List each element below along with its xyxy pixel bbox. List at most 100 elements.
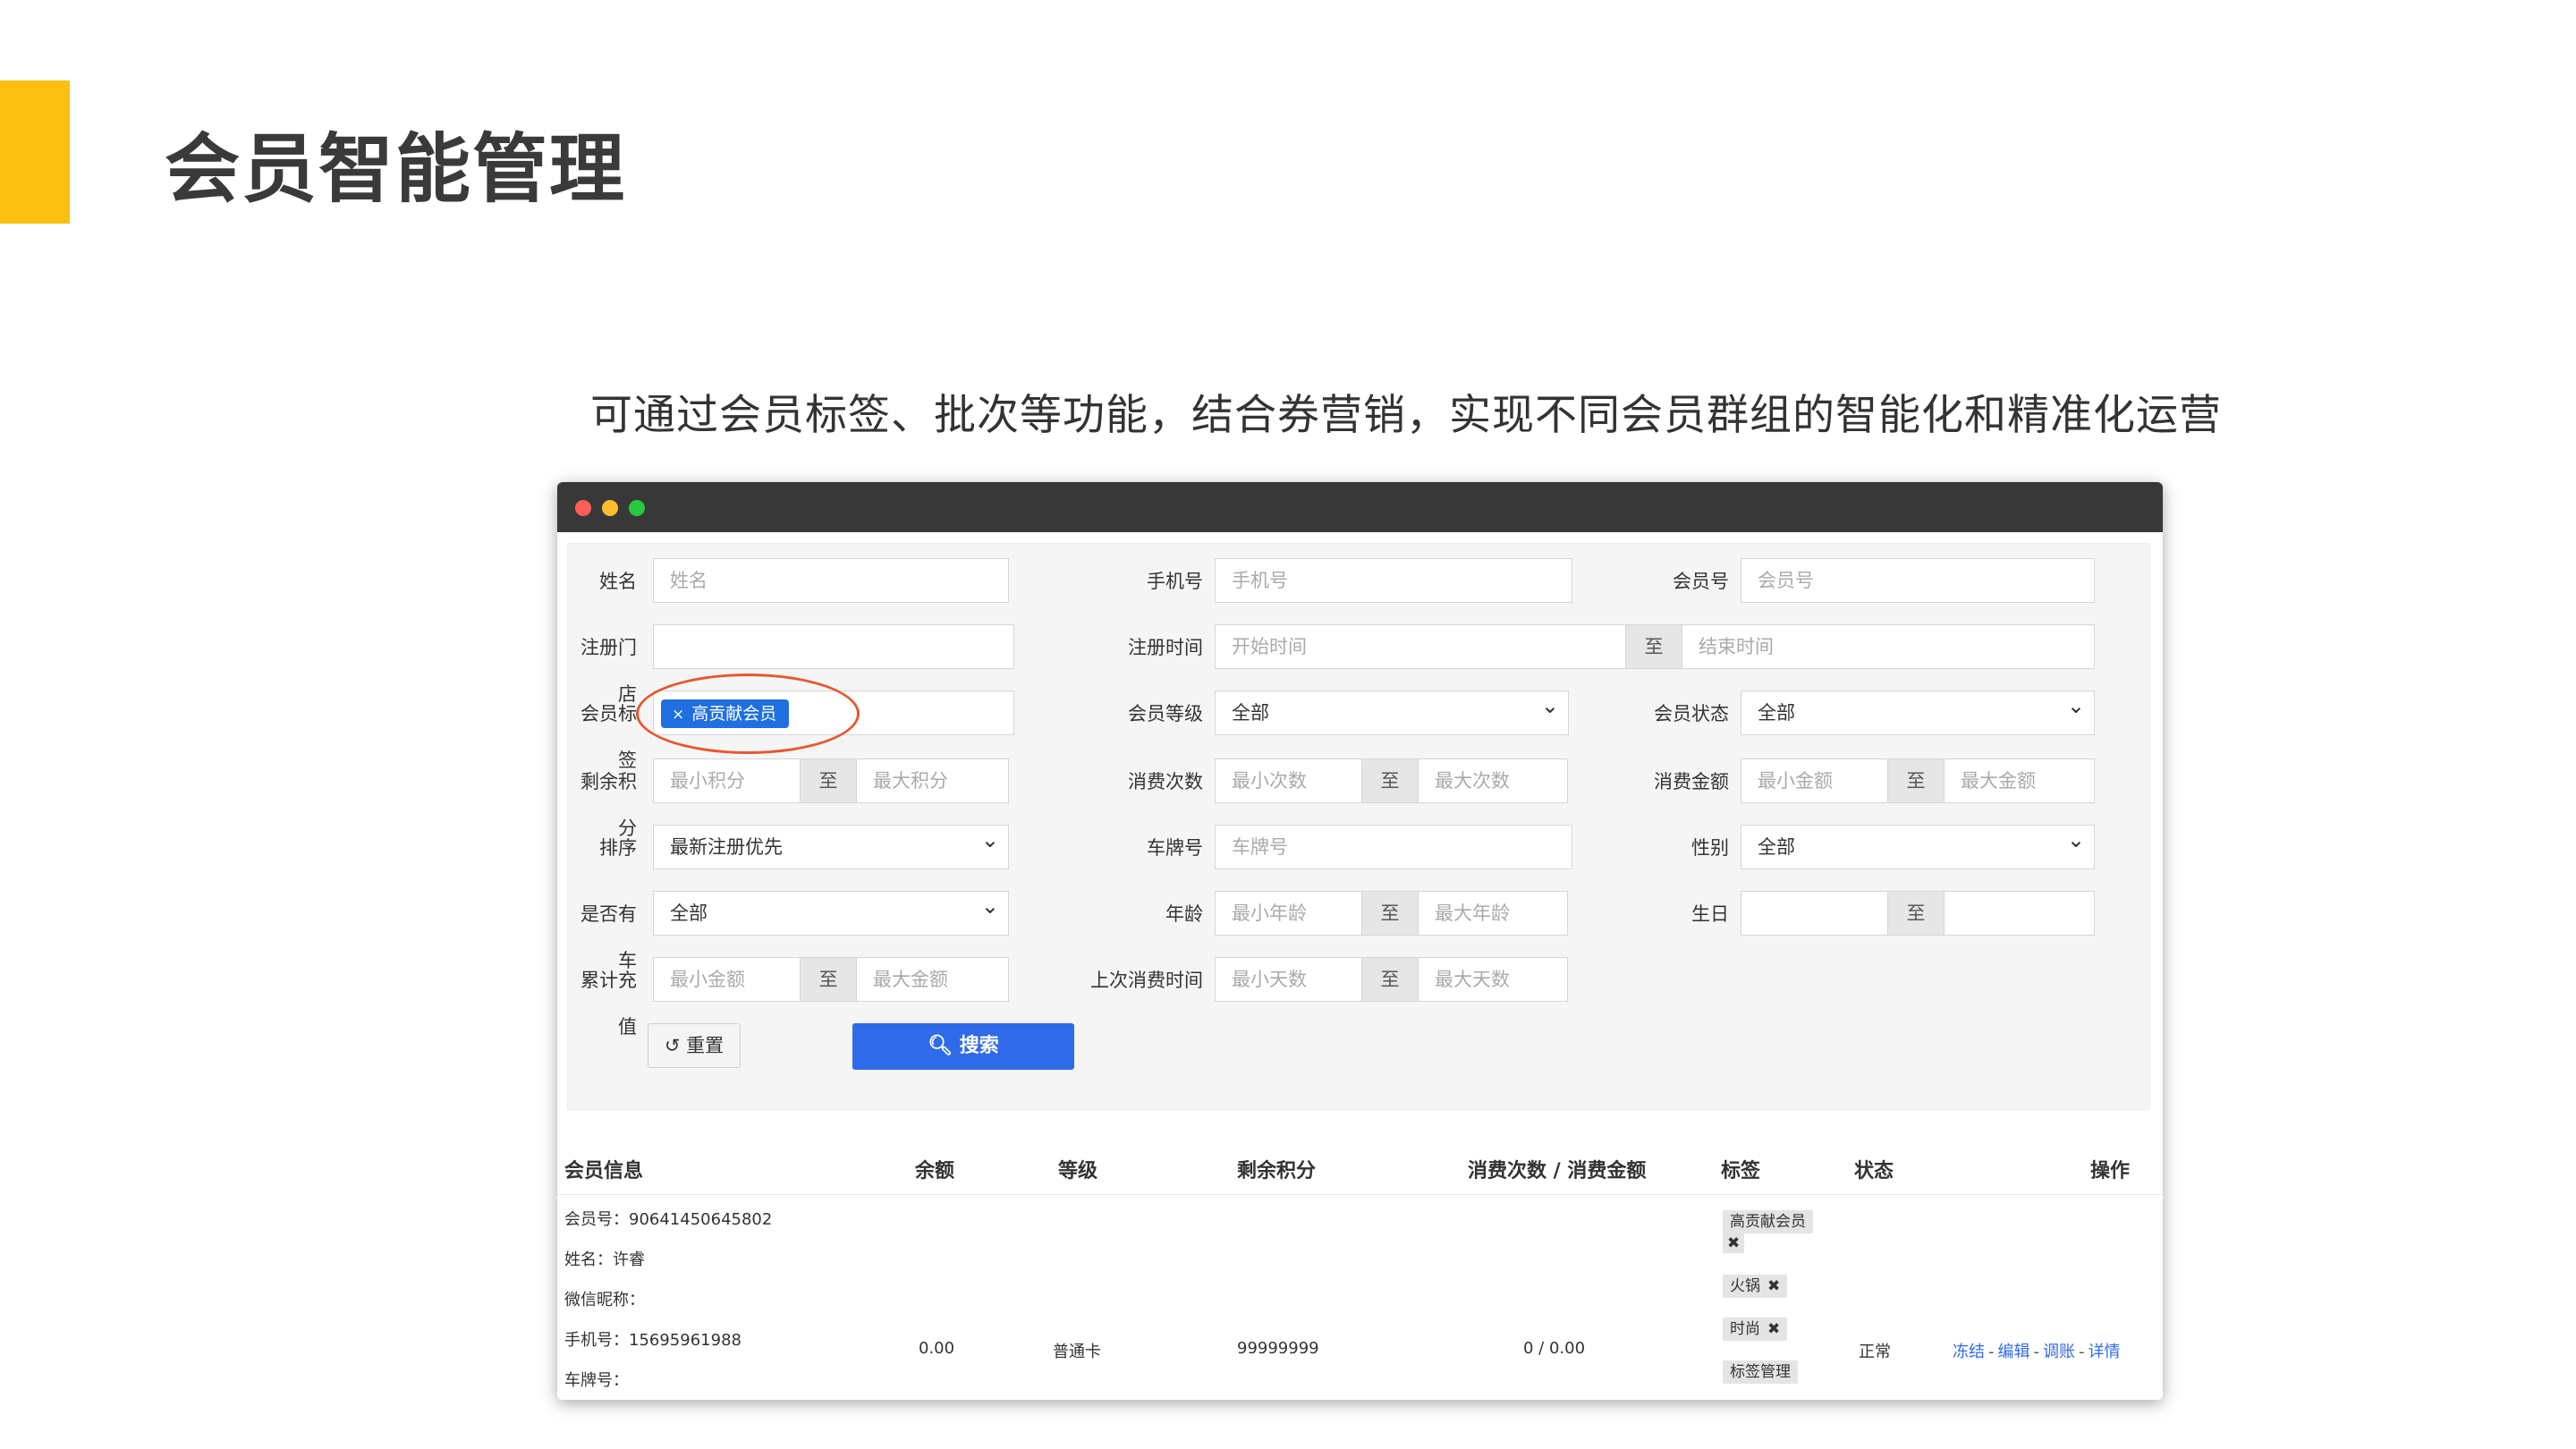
consume-amount-min-input[interactable]: 最小金额	[1741, 758, 1888, 803]
reg-time-end-input[interactable]: 结束时间	[1682, 624, 2095, 669]
points-min-input[interactable]: 最小积分	[653, 758, 801, 803]
tag-manage-button[interactable]: 标签管理	[1723, 1360, 1798, 1384]
has-car-label: 是否有车	[580, 903, 637, 971]
recharge-label: 累计充值	[580, 970, 637, 1038]
slide-subtitle: 可通过会员标签、批次等功能，结合券营销，实现不同会员群组的智能化和精准化运营	[590, 391, 2222, 440]
member-tag-label: 会员标签	[580, 703, 637, 771]
tag-item: 时尚 ✖	[1723, 1318, 1788, 1341]
phone-input[interactable]: 手机号	[1215, 558, 1572, 603]
phone-label: 手机号	[1147, 571, 1203, 592]
edit-link[interactable]: 编辑	[1998, 1343, 2030, 1361]
filter-row: 剩余积分 最小积分 至 最大积分 消费次数 最小次数 至 最大次数 消费金额 最…	[568, 758, 2149, 839]
filter-row: 会员标签 ×高贡献会员 会员等级 全部 会员状态 全部	[568, 674, 2149, 771]
consume-value: 0 / 0.00	[1523, 1339, 1586, 1358]
reset-icon: ↺	[664, 1035, 681, 1056]
col-member-info: 会员信息	[564, 1160, 644, 1182]
points-sep: 至	[801, 758, 856, 803]
birthday-end-input[interactable]	[1944, 891, 2095, 936]
filter-panel: 姓名 姓名 手机号 手机号 会员号 会员号 注册门店 注册时间 开始时间 至 结…	[567, 543, 2150, 1110]
maximize-window-icon[interactable]	[629, 500, 645, 516]
table-header: 会员信息 余额 等级 剩余积分 消费次数 / 消费金额 标签 状态 操作	[557, 1149, 2163, 1195]
age-sep: 至	[1362, 891, 1418, 936]
member-no-value: 会员号：90641450645802	[564, 1210, 773, 1229]
name-input[interactable]: 姓名	[653, 558, 1009, 603]
remove-tag-icon[interactable]: ✖	[1767, 1277, 1780, 1295]
detail-link[interactable]: 详情	[2089, 1343, 2121, 1361]
reset-label: 重置	[686, 1035, 724, 1056]
highlight-circle	[636, 674, 860, 754]
close-window-icon[interactable]	[575, 500, 591, 516]
filter-row: 是否有车 全部 年龄 最小年龄 至 最大年龄 生日 至	[568, 891, 2149, 971]
gender-select[interactable]: 全部	[1741, 825, 2095, 869]
recharge-max-input[interactable]: 最大金额	[856, 957, 1009, 1002]
age-label: 年龄	[1165, 903, 1203, 925]
consume-amount-label: 消费金额	[1654, 771, 1729, 792]
col-level: 等级	[1058, 1160, 1098, 1182]
status-value: 正常	[1859, 1343, 1891, 1361]
remove-tag-icon[interactable]: ✖	[1767, 1320, 1780, 1338]
separator: -	[2033, 1343, 2040, 1361]
last-consume-max-input[interactable]: 最大天数	[1418, 957, 1568, 1002]
filter-row: 注册门店 注册时间 开始时间 至 结束时间	[568, 624, 2149, 705]
consume-amount-max-input[interactable]: 最大金额	[1944, 758, 2095, 803]
tag-label: 高贡献会员	[1730, 1213, 1806, 1231]
member-name-value: 姓名：许睿	[564, 1250, 645, 1269]
adjust-link[interactable]: 调账	[2043, 1343, 2075, 1361]
birthday-start-input[interactable]	[1741, 891, 1888, 936]
age-min-input[interactable]: 最小年龄	[1215, 891, 1362, 936]
search-icon: 🔍︎	[928, 1035, 953, 1057]
points-label: 剩余积分	[580, 771, 637, 839]
freeze-link[interactable]: 冻结	[1953, 1343, 1985, 1361]
consume-count-min-input[interactable]: 最小次数	[1215, 758, 1362, 803]
plate-label: 车牌号	[1147, 837, 1203, 859]
separator: -	[1988, 1343, 1995, 1361]
remove-tag-icon[interactable]: ✖	[1723, 1233, 1745, 1253]
status-select[interactable]: 全部	[1741, 691, 2095, 735]
separator: -	[2079, 1343, 2085, 1361]
browser-window: 姓名 姓名 手机号 手机号 会员号 会员号 注册门店 注册时间 开始时间 至 结…	[557, 482, 2163, 1400]
filter-row: 排序 最新注册优先 车牌号 车牌号 性别 全部	[568, 825, 2149, 871]
age-max-input[interactable]: 最大年龄	[1418, 891, 1568, 936]
last-consume-sep: 至	[1362, 957, 1418, 1002]
plate-input[interactable]: 车牌号	[1215, 825, 1572, 869]
col-status: 状态	[1854, 1160, 1894, 1182]
filter-actions: ↺ 重置 🔍︎ 搜索	[568, 1023, 2149, 1070]
gender-label: 性别	[1691, 837, 1729, 859]
reg-time-start-input[interactable]: 开始时间	[1215, 624, 1626, 669]
minimize-window-icon[interactable]	[602, 500, 618, 516]
col-balance: 余额	[915, 1160, 955, 1182]
reset-button[interactable]: ↺ 重置	[648, 1023, 741, 1068]
birthday-sep: 至	[1888, 891, 1944, 936]
tag-item: 火锅 ✖	[1723, 1275, 1788, 1298]
member-tag-input[interactable]: × 高贡献会员	[636, 674, 1014, 754]
last-consume-min-input[interactable]: 最小天数	[1215, 957, 1362, 1002]
consume-count-sep: 至	[1362, 758, 1418, 803]
sort-label: 排序	[599, 837, 637, 859]
has-car-select[interactable]: 全部	[653, 891, 1009, 936]
wechat-nickname-value: 微信昵称：	[564, 1291, 645, 1309]
search-button[interactable]: 🔍︎ 搜索	[852, 1023, 1074, 1070]
store-label: 注册门店	[580, 637, 637, 705]
reg-time-sep: 至	[1626, 624, 1682, 669]
recharge-min-input[interactable]: 最小金额	[653, 957, 801, 1002]
consume-count-label: 消费次数	[1128, 771, 1203, 792]
member-no-input[interactable]: 会员号	[1741, 558, 2095, 603]
col-tags: 标签	[1721, 1160, 1761, 1182]
tag-label: 时尚	[1730, 1320, 1760, 1338]
consume-count-max-input[interactable]: 最大次数	[1418, 758, 1568, 803]
points-max-input[interactable]: 最大积分	[856, 758, 1009, 803]
filter-row: 累计充值 最小金额 至 最大金额 上次消费时间 最小天数 至 最大天数	[568, 957, 2149, 1038]
tag-item: 高贡献会员	[1723, 1210, 1813, 1233]
store-input[interactable]	[653, 624, 1014, 669]
name-label: 姓名	[599, 571, 637, 592]
level-select[interactable]: 全部	[1215, 691, 1569, 735]
reg-time-label: 注册时间	[1128, 637, 1203, 658]
search-label: 搜索	[959, 1035, 999, 1057]
last-consume-label: 上次消费时间	[1090, 970, 1203, 991]
tag-label: 火锅	[1730, 1277, 1760, 1295]
row-actions: 冻结 - 编辑 - 调账 - 详情	[1953, 1339, 2121, 1362]
col-points: 剩余积分	[1237, 1160, 1317, 1182]
sort-select[interactable]: 最新注册优先	[653, 825, 1009, 869]
table-row: 会员号：90641450645802 姓名：许睿 微信昵称： 手机号：15695…	[557, 1194, 2163, 1400]
slide-title: 会员智能管理	[165, 125, 627, 213]
